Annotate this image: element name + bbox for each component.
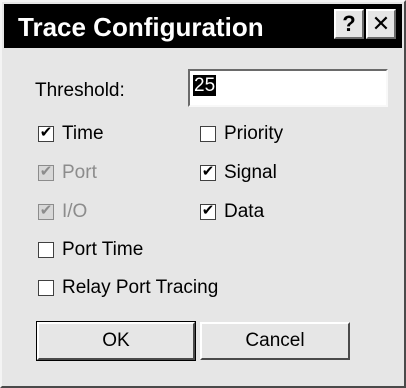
- checkbox-time[interactable]: ✔ Time: [38, 122, 104, 146]
- checkbox-time-box[interactable]: ✔: [38, 124, 54, 142]
- help-icon: ?: [342, 11, 356, 36]
- threshold-value: 25: [193, 75, 217, 96]
- checkbox-data[interactable]: ✔ Data: [200, 200, 264, 224]
- threshold-label: Threshold:: [35, 80, 125, 101]
- checkbox-priority[interactable]: Priority: [200, 122, 283, 146]
- checkbox-signal-label: Signal: [224, 162, 277, 183]
- close-icon: ✕: [371, 11, 391, 36]
- title-bar[interactable]: Trace Configuration ? ✕: [4, 4, 402, 48]
- checkbox-port-time-label: Port Time: [62, 239, 144, 260]
- checkbox-signal[interactable]: ✔ Signal: [200, 161, 277, 185]
- checkbox-io-label: I/O: [62, 201, 88, 222]
- check-icon: ✔: [201, 163, 215, 180]
- checkbox-port-time-box[interactable]: [38, 242, 54, 258]
- checkbox-port-box: ✔: [38, 163, 54, 181]
- checkbox-signal-box[interactable]: ✔: [200, 163, 216, 181]
- checkbox-port: ✔ Port: [38, 161, 97, 185]
- ok-button[interactable]: OK: [36, 321, 196, 361]
- checkbox-io: ✔ I/O: [38, 200, 87, 224]
- check-icon: ✔: [201, 202, 215, 219]
- checkbox-data-label: Data: [224, 201, 265, 222]
- checkbox-priority-box[interactable]: [200, 126, 216, 142]
- threshold-input[interactable]: 25: [188, 69, 388, 107]
- trace-configuration-dialog: Trace Configuration ? ✕ Threshold: 25 ✔ …: [0, 0, 406, 388]
- checkbox-priority-label: Priority: [224, 123, 284, 144]
- checkbox-io-box: ✔: [38, 202, 54, 220]
- checkbox-port-label: Port: [62, 162, 97, 183]
- checkbox-relay-port-tracing-label: Relay Port Tracing: [62, 277, 219, 298]
- cancel-button[interactable]: Cancel: [200, 322, 350, 360]
- check-icon: ✔: [39, 124, 53, 141]
- check-icon: ✔: [39, 163, 53, 180]
- checkbox-data-box[interactable]: ✔: [200, 202, 216, 220]
- window-title: Trace Configuration: [18, 12, 264, 42]
- checkbox-port-time[interactable]: Port Time: [38, 238, 143, 262]
- checkbox-time-label: Time: [62, 123, 104, 144]
- help-button[interactable]: ?: [334, 9, 364, 39]
- checkbox-relay-port-tracing[interactable]: Relay Port Tracing: [38, 276, 218, 300]
- close-button[interactable]: ✕: [366, 9, 396, 39]
- check-icon: ✔: [39, 202, 53, 219]
- checkbox-relay-port-tracing-box[interactable]: [38, 280, 54, 296]
